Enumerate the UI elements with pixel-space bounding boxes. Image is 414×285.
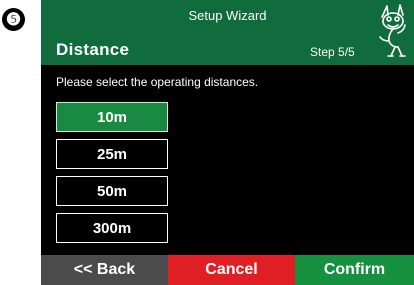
confirm-button[interactable]: Confirm (295, 255, 414, 285)
instruction-text: Please select the operating distances. (56, 75, 259, 89)
cancel-button[interactable]: Cancel (168, 255, 295, 285)
header-bar: Setup Wizard Distance Step 5/5 (41, 0, 414, 65)
step-number-badge: ❺ (2, 8, 25, 31)
distance-option-50m[interactable]: 50m (56, 176, 168, 206)
back-button[interactable]: << Back (41, 255, 168, 285)
footer-bar: << Back Cancel Confirm (41, 255, 414, 285)
mascot-icon (379, 4, 406, 57)
distance-option-10m[interactable]: 10m (56, 102, 168, 132)
distance-option-25m[interactable]: 25m (56, 139, 168, 169)
step-indicator: Step 5/5 (310, 45, 355, 59)
device-screen: Setup Wizard Distance Step 5/5 Please se… (41, 0, 414, 285)
distance-option-300m[interactable]: 300m (56, 213, 168, 243)
app-title: Setup Wizard (188, 8, 267, 23)
page-title: Distance (56, 40, 130, 59)
